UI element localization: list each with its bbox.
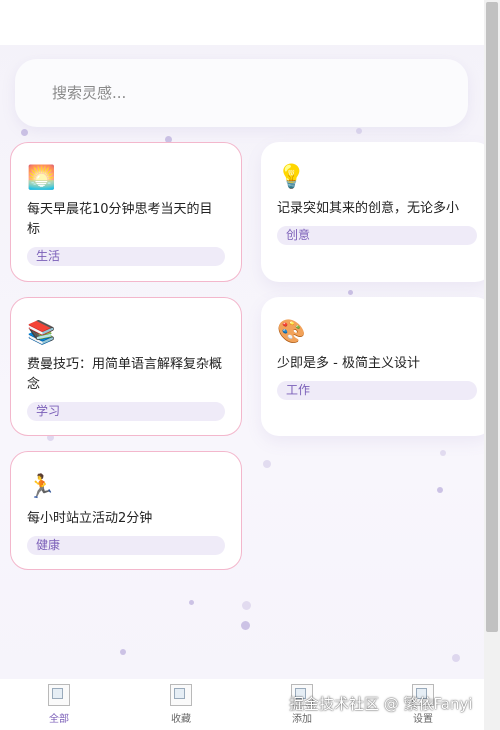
lightbulb-icon: 💡 <box>277 164 306 190</box>
top-bar <box>0 0 484 45</box>
card-text: 每小时站立活动2分钟 <box>27 511 153 526</box>
watermark-text: 掘金技术社区 @ 繁依Fanyi <box>289 695 473 713</box>
decor-dot <box>356 128 362 134</box>
decor-dot <box>242 601 251 610</box>
palette-icon: 🎨 <box>277 319 306 345</box>
decor-dot <box>452 654 460 662</box>
card-text: 每天早晨花10分钟思考当天的目标 <box>27 202 213 237</box>
decor-dot <box>120 649 126 655</box>
category-tag[interactable]: 学习 <box>27 402 225 421</box>
decor-dot <box>21 129 28 136</box>
category-tag[interactable]: 生活 <box>27 247 225 266</box>
decor-dot <box>263 460 271 468</box>
category-tag[interactable]: 健康 <box>27 536 225 555</box>
nav-item-all[interactable]: 全部 <box>29 684 89 725</box>
idea-card[interactable]: 🏃 每小时站立活动2分钟 健康 <box>10 451 242 570</box>
category-tag[interactable]: 工作 <box>277 381 477 400</box>
nav-label: 收藏 <box>171 714 191 725</box>
card-text: 费曼技巧：用简单语言解释复杂概念 <box>27 357 223 392</box>
search-bar <box>15 59 468 127</box>
decor-dot <box>440 450 446 456</box>
decor-dot <box>437 487 443 493</box>
nav-item-favorites[interactable]: 收藏 <box>151 684 211 725</box>
app-viewport: 🌅 每天早晨花10分钟思考当天的目标 生活 💡 记录突如其来的创意，无论多小 创… <box>0 0 484 730</box>
search-input[interactable] <box>52 84 432 102</box>
decor-dot <box>241 621 250 630</box>
books-icon: 📚 <box>27 320 56 346</box>
idea-card[interactable]: 📚 费曼技巧：用简单语言解释复杂概念 学习 <box>10 297 242 436</box>
idea-card[interactable]: 🌅 每天早晨花10分钟思考当天的目标 生活 <box>10 142 242 282</box>
card-text: 记录突如其来的创意，无论多小 <box>277 201 460 216</box>
category-tag[interactable]: 创意 <box>277 226 477 245</box>
card-text: 少即是多 - 极简主义设计 <box>277 356 420 371</box>
scrollbar-thumb[interactable] <box>486 2 498 632</box>
broken-image-icon <box>48 684 70 706</box>
broken-image-icon <box>170 684 192 706</box>
nav-label: 全部 <box>49 714 69 725</box>
sunrise-icon: 🌅 <box>27 165 56 191</box>
decor-dot <box>189 600 194 605</box>
runner-icon: 🏃 <box>27 474 56 500</box>
decor-dot <box>348 290 353 295</box>
idea-card[interactable]: 🎨 少即是多 - 极简主义设计 工作 <box>261 297 484 436</box>
idea-card[interactable]: 💡 记录突如其来的创意，无论多小 创意 <box>261 142 484 282</box>
